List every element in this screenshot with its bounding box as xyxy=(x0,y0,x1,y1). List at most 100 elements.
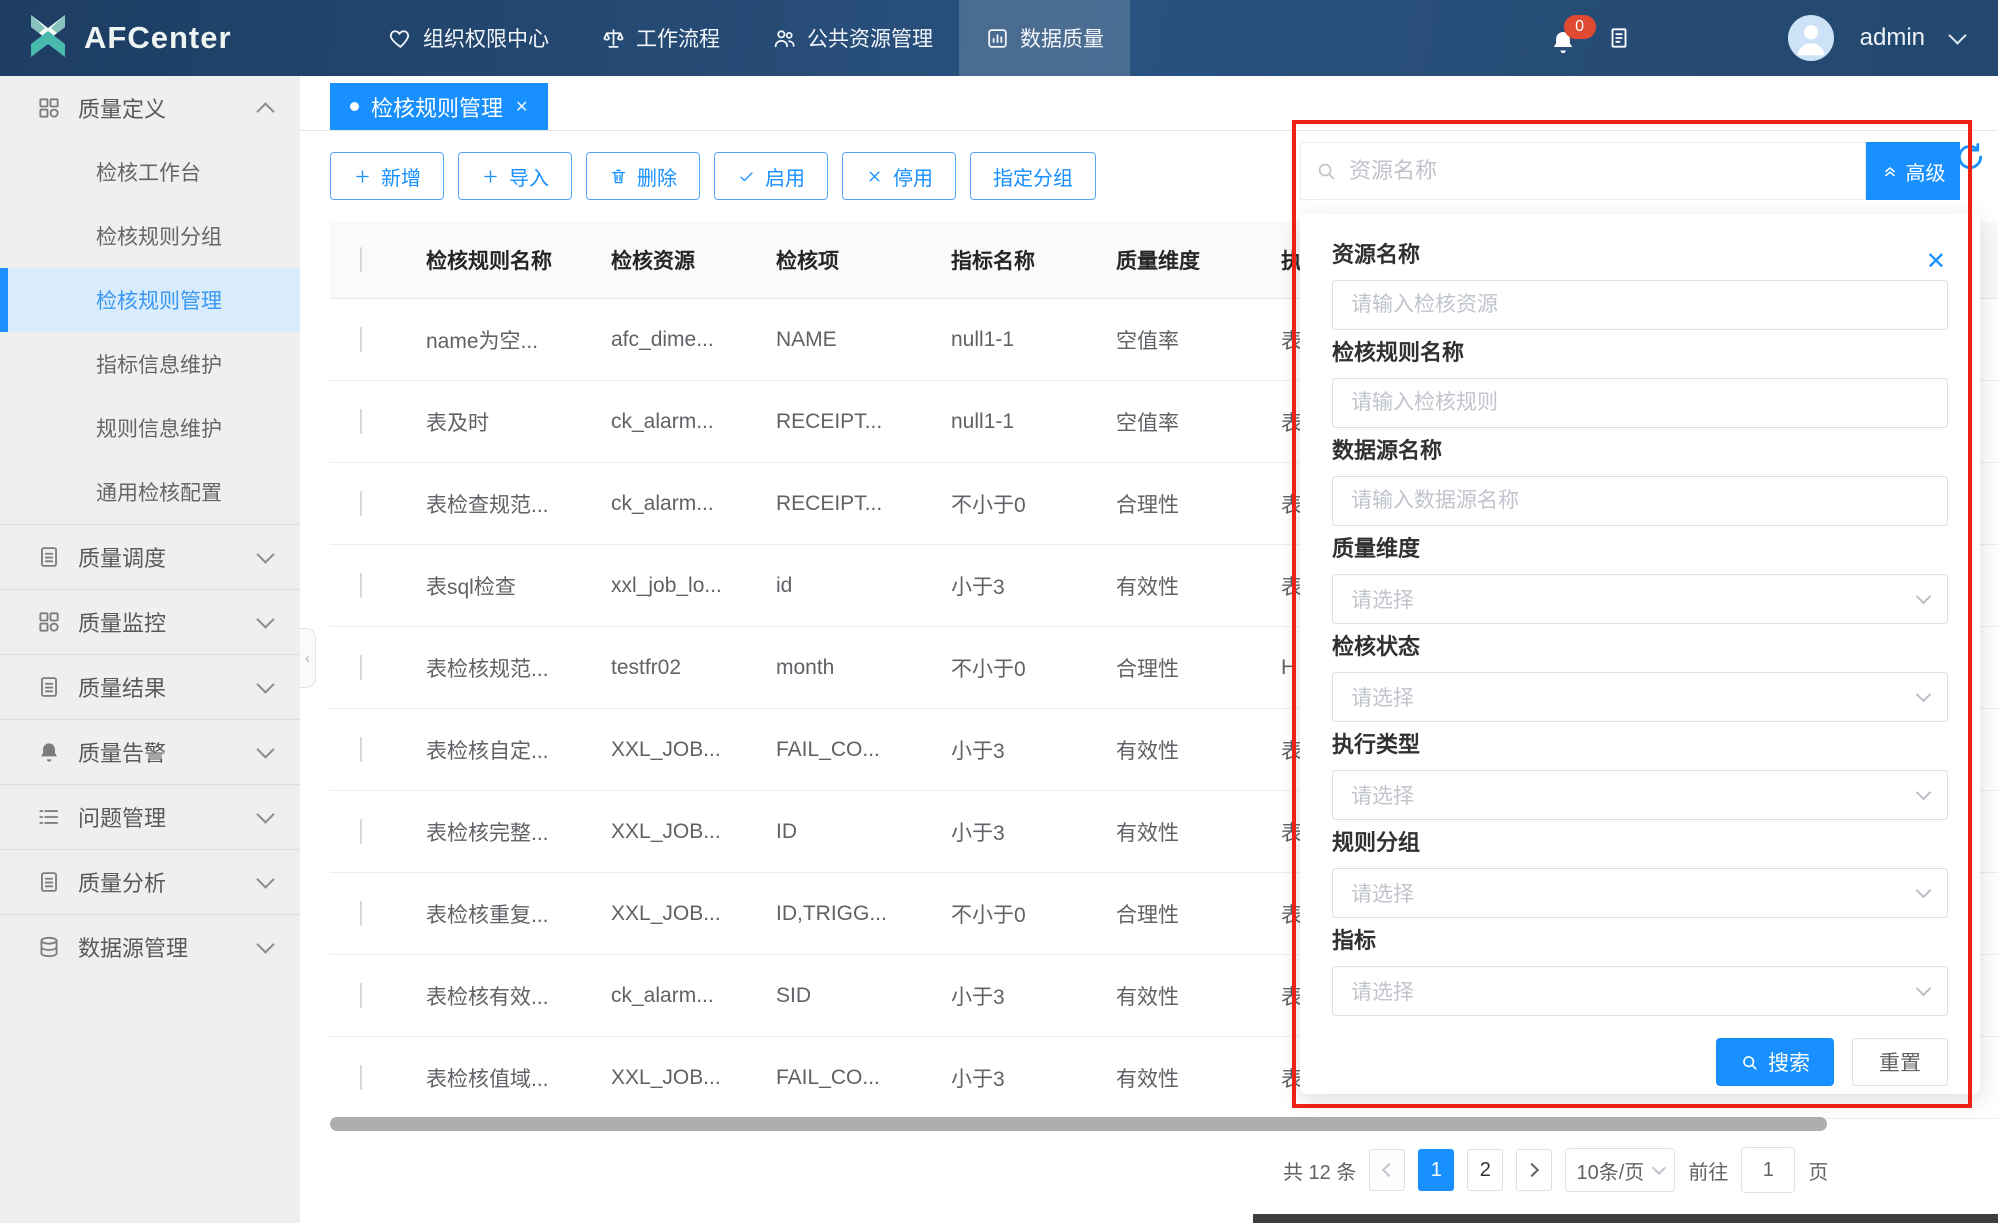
cell-name: 表检查规范... xyxy=(426,489,611,519)
row-checkbox[interactable] xyxy=(360,901,362,926)
sidebar-group-5[interactable]: 质量告警 xyxy=(0,719,300,784)
plus-icon xyxy=(481,167,500,186)
row-checkbox[interactable] xyxy=(360,409,362,434)
people-icon xyxy=(772,26,797,51)
toolbar-button-label: 导入 xyxy=(509,162,549,191)
cell-dimension: 合理性 xyxy=(1116,899,1281,929)
sidebar-collapse-handle[interactable]: ‹ xyxy=(300,628,316,688)
field-label: 规则分组 xyxy=(1332,828,1948,858)
cell-dimension: 合理性 xyxy=(1116,489,1281,519)
select-placeholder: 请选择 xyxy=(1351,780,1414,810)
sidebar-item-规则信息维护[interactable]: 规则信息维护 xyxy=(0,396,300,460)
row-checkbox[interactable] xyxy=(360,655,362,680)
page-size-select[interactable]: 10条/页 xyxy=(1565,1148,1675,1192)
chevron-down-icon xyxy=(256,935,274,953)
heart-icon xyxy=(388,26,413,51)
nav-item-2[interactable]: 工作流程 xyxy=(575,0,746,76)
row-checkbox[interactable] xyxy=(360,819,362,844)
trash-icon xyxy=(609,167,628,186)
scale-icon xyxy=(601,26,626,51)
prev-page-button[interactable] xyxy=(1369,1149,1405,1191)
row-checkbox[interactable] xyxy=(360,573,362,598)
sidebar-group-1[interactable]: 质量定义 xyxy=(0,76,300,140)
toolbar-button-4[interactable]: 启用 xyxy=(714,152,828,200)
page-button-1[interactable]: 1 xyxy=(1418,1149,1454,1191)
sidebar-item-label: 检核工作台 xyxy=(96,157,272,187)
toolbar-button-2[interactable]: 导入 xyxy=(458,152,572,200)
sidebar-group-3[interactable]: 质量监控 xyxy=(0,589,300,654)
nav-item-4[interactable]: 数据质量 xyxy=(959,0,1130,76)
cell-metric: 小于3 xyxy=(951,571,1116,601)
row-checkbox[interactable] xyxy=(360,737,362,762)
sidebar-item-检核规则管理[interactable]: 检核规则管理 xyxy=(0,268,300,332)
sidebar-item-label: 通用检核配置 xyxy=(96,477,272,507)
quick-search-box[interactable] xyxy=(1300,142,1866,200)
field-select-7[interactable]: 请选择 xyxy=(1332,868,1948,918)
cell-name: 表检核规范... xyxy=(426,653,611,683)
cell-metric: null1-1 xyxy=(951,410,1116,434)
cell-resource: XXL_JOB... xyxy=(611,1066,776,1090)
grid-icon xyxy=(36,609,78,635)
field-input-1[interactable] xyxy=(1332,280,1948,330)
field-input-3[interactable] xyxy=(1332,476,1948,526)
avatar[interactable] xyxy=(1788,15,1834,61)
sidebar-group-6[interactable]: 问题管理 xyxy=(0,784,300,849)
toolbar-button-5[interactable]: 停用 xyxy=(842,152,956,200)
sidebar-item-检核规则分组[interactable]: 检核规则分组 xyxy=(0,204,300,268)
row-checkbox[interactable] xyxy=(360,491,362,516)
horizontal-scrollbar[interactable] xyxy=(330,1117,1827,1131)
field-select-4[interactable]: 请选择 xyxy=(1332,574,1948,624)
form-field-8: 指标请选择 xyxy=(1332,926,1948,1024)
row-checkbox[interactable] xyxy=(360,327,362,352)
field-select-6[interactable]: 请选择 xyxy=(1332,770,1948,820)
sidebar-group-2[interactable]: 质量调度 xyxy=(0,524,300,589)
cell-item: NAME xyxy=(776,328,951,352)
tab-close-icon[interactable]: ✕ xyxy=(515,97,528,117)
memo-icon[interactable] xyxy=(1606,25,1632,51)
toolbar-button-6[interactable]: 指定分组 xyxy=(970,152,1096,200)
cell-resource: xxl_job_lo... xyxy=(611,574,776,598)
sidebar-group-7[interactable]: 质量分析 xyxy=(0,849,300,914)
chevron-down-icon xyxy=(256,740,274,758)
nav-item-3[interactable]: 公共资源管理 xyxy=(746,0,959,76)
sidebar-item-指标信息维护[interactable]: 指标信息维护 xyxy=(0,332,300,396)
search-button-label: 搜索 xyxy=(1768,1047,1810,1077)
field-select-8[interactable]: 请选择 xyxy=(1332,966,1948,1016)
resource-search-input[interactable] xyxy=(1347,157,1851,185)
field-input-2[interactable] xyxy=(1332,378,1948,428)
reset-button[interactable]: 重置 xyxy=(1852,1038,1948,1086)
select-placeholder: 请选择 xyxy=(1351,584,1414,614)
advanced-search-button[interactable]: 高级 xyxy=(1866,142,1960,200)
jump-label: 前往 xyxy=(1688,1156,1728,1185)
sidebar-group-label: 质量调度 xyxy=(78,541,259,573)
page-button-2[interactable]: 2 xyxy=(1467,1149,1503,1191)
sidebar-group-8[interactable]: 数据源管理 xyxy=(0,914,300,979)
select-placeholder: 请选择 xyxy=(1351,878,1414,908)
jump-page-input[interactable] xyxy=(1741,1147,1795,1193)
select-all-checkbox[interactable] xyxy=(360,247,362,272)
row-checkbox[interactable] xyxy=(360,983,362,1008)
next-page-button[interactable] xyxy=(1516,1149,1552,1191)
toolbar-button-1[interactable]: 新增 xyxy=(330,152,444,200)
search-button[interactable]: 搜索 xyxy=(1716,1038,1834,1086)
brand[interactable]: AFCenter xyxy=(0,0,306,76)
user-name[interactable]: admin xyxy=(1860,24,1925,52)
field-label: 资源名称 xyxy=(1332,240,1948,270)
panel-actions: 搜索 重置 xyxy=(1332,1038,1948,1086)
sidebar-item-检核工作台[interactable]: 检核工作台 xyxy=(0,140,300,204)
nav-item-1[interactable]: 组织权限中心 xyxy=(362,0,575,76)
field-select-5[interactable]: 请选择 xyxy=(1332,672,1948,722)
toolbar-button-label: 指定分组 xyxy=(993,162,1073,191)
row-checkbox[interactable] xyxy=(360,1065,362,1090)
cell-item: FAIL_CO... xyxy=(776,1066,951,1090)
chevron-down-icon[interactable] xyxy=(1948,26,1966,44)
cell-metric: null1-1 xyxy=(951,328,1116,352)
toolbar-button-3[interactable]: 删除 xyxy=(586,152,700,200)
tab-check-rule-management[interactable]: 检核规则管理 ✕ xyxy=(330,83,548,130)
cell-name: 表检核自定... xyxy=(426,735,611,765)
sidebar-group-4[interactable]: 质量结果 xyxy=(0,654,300,719)
notification-bell-icon[interactable]: 0 xyxy=(1548,21,1580,55)
close-icon[interactable]: ✕ xyxy=(1926,250,1946,274)
sidebar-item-通用检核配置[interactable]: 通用检核配置 xyxy=(0,460,300,524)
cell-metric: 不小于0 xyxy=(951,489,1116,519)
